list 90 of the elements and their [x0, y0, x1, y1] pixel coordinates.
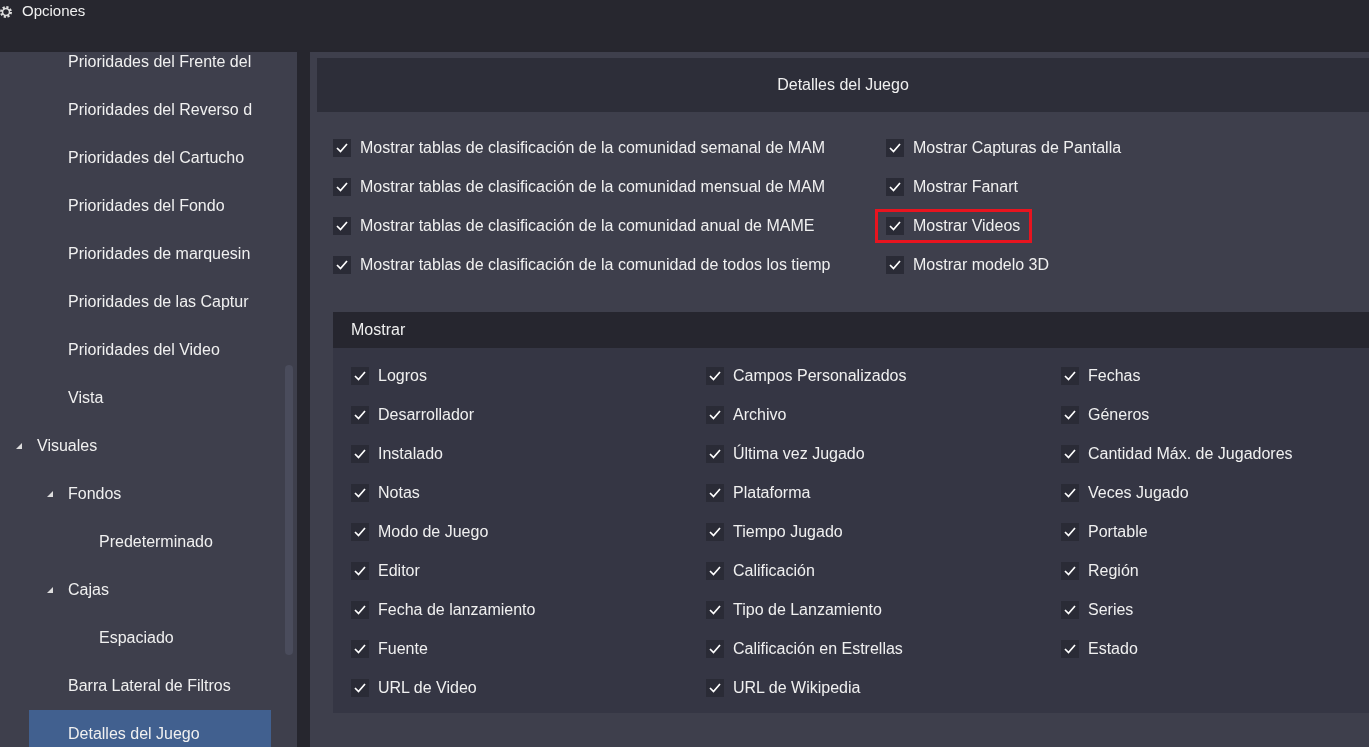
option-label: URL de Wikipedia: [733, 678, 861, 697]
option-label: Mostrar Fanart: [913, 177, 1018, 196]
checkbox[interactable]: [706, 561, 724, 580]
expanded-arrow-icon[interactable]: [46, 490, 54, 498]
option-label: Tipo de Lanzamiento: [733, 600, 882, 619]
checkbox[interactable]: [351, 678, 369, 697]
sidebar-item[interactable]: Fondos: [29, 470, 271, 518]
option-label: Calificación en Estrellas: [733, 639, 903, 658]
option-label: Fecha de lanzamiento: [378, 600, 536, 619]
checkbox[interactable]: [706, 678, 724, 697]
checkbox[interactable]: [886, 177, 904, 196]
checkbox[interactable]: [886, 138, 904, 157]
option-label: Mostrar tablas de clasificación de la comunidad anual de MAME: [360, 216, 815, 235]
checkbox[interactable]: [886, 255, 904, 274]
option-label: Géneros: [1088, 405, 1150, 424]
option-label: Mostrar tablas de clasificación de la comunidad mensual de MAM: [360, 177, 826, 196]
checkbox[interactable]: [351, 444, 369, 463]
expanded-arrow-icon[interactable]: [46, 586, 54, 594]
checkbox[interactable]: [706, 522, 724, 541]
sidebar-item[interactable]: Espaciado: [60, 614, 271, 662]
option-label: Mostrar tablas de clasificación de la comunidad semanal de MAM: [360, 138, 826, 157]
settings-icon: [0, 3, 12, 21]
option-label: Campos Personalizados: [733, 366, 907, 385]
option-label: Logros: [378, 366, 427, 385]
sidebar-item[interactable]: Prioridades del Cartucho: [29, 134, 271, 182]
checkbox[interactable]: [1061, 600, 1079, 619]
option-label: Cantidad Máx. de Jugadores: [1088, 444, 1293, 463]
checkbox[interactable]: [1061, 561, 1079, 580]
sidebar-item[interactable]: Detalles del Juego: [29, 710, 271, 747]
checkbox[interactable]: [706, 639, 724, 658]
checkbox[interactable]: [1061, 522, 1079, 541]
option-label: Veces Jugado: [1088, 483, 1189, 502]
checkbox[interactable]: [333, 138, 351, 157]
sidebar-item[interactable]: Visuales: [0, 422, 271, 470]
option-label: Series: [1088, 600, 1134, 619]
option-label: Archivo: [733, 405, 787, 424]
sidebar-item[interactable]: Prioridades de marquesin: [29, 230, 271, 278]
option-label: Última vez Jugado: [733, 444, 865, 463]
sidebar-item[interactable]: Cajas: [29, 566, 271, 614]
panel-title: Detalles del Juego: [777, 76, 909, 94]
sidebar-item[interactable]: Prioridades de las Captur: [29, 278, 271, 326]
option-label: Notas: [378, 483, 420, 502]
checkbox[interactable]: [351, 366, 369, 385]
checkbox[interactable]: [1061, 483, 1079, 502]
checkbox[interactable]: [706, 444, 724, 463]
option-label: Calificación: [733, 561, 815, 580]
option-label: Mostrar Capturas de Pantalla: [913, 138, 1122, 157]
sidebar-item[interactable]: Predeterminado: [60, 518, 271, 566]
option-label: Editor: [378, 561, 420, 580]
checkbox[interactable]: [333, 177, 351, 196]
checkbox[interactable]: [1061, 639, 1079, 658]
checkbox[interactable]: [351, 405, 369, 424]
option-label: Mostrar tablas de clasificación de la comunidad de todos los tiemp: [360, 255, 831, 274]
sidebar-item[interactable]: Prioridades del Fondo: [29, 182, 271, 230]
option-label: Plataforma: [733, 483, 811, 502]
option-label: Portable: [1088, 522, 1148, 541]
checkbox[interactable]: [351, 483, 369, 502]
group-title: Mostrar: [351, 321, 406, 339]
window-title: Opciones: [22, 1, 86, 21]
option-label: Mostrar modelo 3D: [913, 255, 1050, 274]
checkbox[interactable]: [1061, 405, 1079, 424]
option-label: Mostrar Videos: [913, 216, 1021, 235]
option-label: Estado: [1088, 639, 1138, 658]
checkbox[interactable]: [351, 522, 369, 541]
checkbox[interactable]: [706, 405, 724, 424]
option-label: Desarrollador: [378, 405, 475, 424]
checkbox[interactable]: [351, 561, 369, 580]
option-label: Región: [1088, 561, 1139, 580]
expanded-arrow-icon[interactable]: [15, 442, 23, 450]
option-label: Fuente: [378, 639, 428, 658]
option-label: Tiempo Jugado: [733, 522, 843, 541]
option-label: Instalado: [378, 444, 443, 463]
option-label: Modo de Juego: [378, 522, 489, 541]
checkbox[interactable]: [886, 216, 904, 235]
option-label: Fechas: [1088, 366, 1141, 385]
checkbox[interactable]: [706, 600, 724, 619]
sidebar-item[interactable]: Vista: [29, 374, 271, 422]
checkbox[interactable]: [706, 483, 724, 502]
checkbox[interactable]: [1061, 366, 1079, 385]
sidebar-item[interactable]: Prioridades del Reverso d: [29, 86, 271, 134]
option-label: URL de Video: [378, 678, 477, 697]
checkbox[interactable]: [333, 216, 351, 235]
checkbox[interactable]: [333, 255, 351, 274]
checkbox[interactable]: [1061, 444, 1079, 463]
checkbox[interactable]: [351, 639, 369, 658]
checkbox[interactable]: [351, 600, 369, 619]
sidebar-item[interactable]: Prioridades del Frente del: [29, 52, 271, 86]
sidebar-item[interactable]: Prioridades del Video: [29, 326, 271, 374]
sidebar-item[interactable]: Barra Lateral de Filtros: [29, 662, 271, 710]
checkbox[interactable]: [706, 366, 724, 385]
